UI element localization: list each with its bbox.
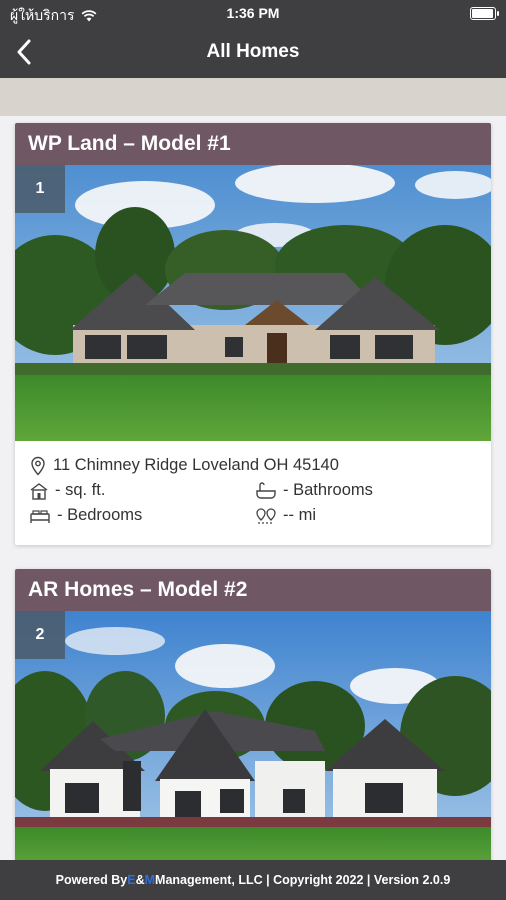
footer-brand-e: E [127, 873, 136, 887]
house-icon [29, 482, 49, 500]
status-bar: ผู้ให้บริการ 1:36 PM [0, 0, 506, 26]
home-photo[interactable]: 2 [15, 611, 491, 864]
bed-icon [29, 508, 51, 524]
stats-row-2: - Bedrooms -- mi [29, 503, 477, 528]
home-number-badge: 2 [15, 611, 65, 659]
home-card-title: WP Land – Model #1 [15, 123, 491, 165]
home-photo[interactable]: 1 [15, 165, 491, 441]
footer-brand-m: M [144, 873, 156, 887]
footer-rest: Management, LLC | Copyright 2022 | Versi… [155, 873, 451, 887]
footer-prefix: Powered By [55, 873, 128, 887]
distance-icon [255, 507, 277, 525]
home-bedrooms: - Bedrooms [57, 506, 143, 524]
location-pin-icon [29, 456, 47, 476]
stats-row-1: - sq. ft. - Bathrooms [29, 478, 477, 503]
home-distance: -- mi [283, 506, 316, 524]
status-time: 1:36 PM [226, 5, 280, 21]
filter-band [0, 78, 506, 116]
nav-bar: All Homes [0, 26, 506, 78]
home-bathrooms: - Bathrooms [283, 481, 373, 499]
home-card[interactable]: WP Land – Model #1 1 11 Chimney Ridge Lo… [15, 123, 491, 545]
battery-icon [470, 7, 499, 20]
home-card[interactable]: AR Homes – Model #2 2 [15, 569, 491, 864]
home-address: 11 Chimney Ridge Loveland OH 45140 [53, 456, 339, 474]
page-title: All Homes [206, 41, 300, 62]
footer: Powered By E & M Management, LLC | Copyrig… [0, 860, 506, 900]
home-sqft: - sq. ft. [55, 481, 106, 499]
footer-brand-amp: & [135, 873, 145, 887]
home-number-badge: 1 [15, 165, 65, 213]
home-details: 11 Chimney Ridge Loveland OH 45140 - sq.… [15, 441, 491, 538]
home-card-title: AR Homes – Model #2 [15, 569, 491, 611]
bathtub-icon [255, 481, 277, 500]
address-row: 11 Chimney Ridge Loveland OH 45140 [29, 453, 477, 478]
